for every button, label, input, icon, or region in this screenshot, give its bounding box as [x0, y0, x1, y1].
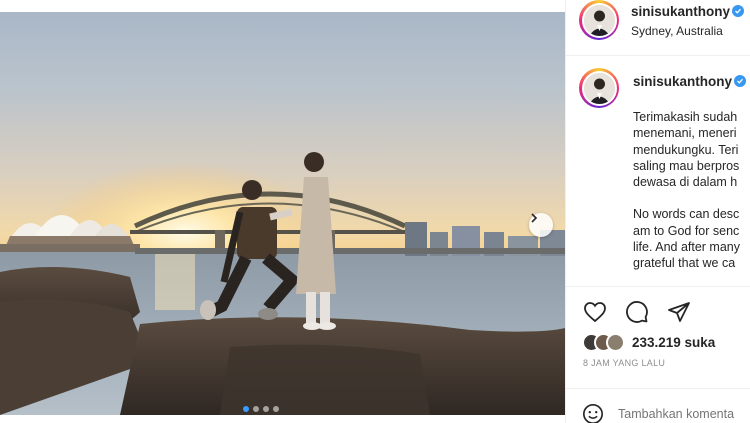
share-icon[interactable] [667, 300, 691, 324]
post-side-panel: sinisukanthony Sydney, Australia sinisuk… [565, 0, 750, 423]
caption-line: life. And after many [633, 240, 741, 255]
carousel-dot[interactable] [243, 406, 249, 412]
comment-row [582, 403, 750, 423]
caption-avatar[interactable] [579, 68, 619, 108]
caption-line: No words can desc [633, 207, 740, 222]
heart-icon[interactable] [583, 300, 607, 324]
header-username[interactable]: sinisukanthony [631, 4, 730, 19]
comment-icon[interactable] [625, 300, 649, 324]
caption-line: saling mau berpros [633, 158, 740, 173]
emoji-icon[interactable] [582, 403, 604, 423]
carousel-dot[interactable] [273, 406, 279, 412]
caption-line: dewasa di dalam h [633, 175, 738, 190]
caption-line: am to God for senc [633, 223, 740, 238]
carousel-dot[interactable] [263, 406, 269, 412]
likes-count[interactable]: 233.219 suka [632, 335, 715, 350]
caption-paragraph-en: No words can desc am to God for senc lif… [633, 206, 750, 271]
photo-scene [0, 152, 565, 415]
avatar-photo [583, 4, 615, 36]
likes-row[interactable]: 233.219 suka [582, 333, 715, 352]
post-location[interactable]: Sydney, Australia [631, 24, 723, 38]
chevron-right-icon [531, 213, 538, 223]
post-photo[interactable] [0, 12, 565, 415]
carousel-dots [243, 406, 279, 412]
header-avatar[interactable] [579, 0, 619, 40]
divider [566, 388, 750, 389]
avatar-photo [583, 72, 615, 104]
verified-badge-icon [732, 5, 744, 17]
caption-line: Terimakasih sudah [633, 110, 738, 124]
divider [566, 55, 750, 56]
caption-line: mendukungku. Teri [633, 142, 739, 157]
liker-avatar [606, 333, 625, 352]
post-actions [583, 300, 691, 324]
caption-paragraph-id: Terimakasih sudah menemani, meneri mendu… [633, 109, 750, 190]
caption-line: menemani, meneri [633, 126, 737, 141]
caption-line: grateful that we ca [633, 256, 736, 271]
post-caption: Terimakasih sudah menemani, meneri mendu… [633, 109, 750, 286]
carousel-dot[interactable] [253, 406, 259, 412]
post-timestamp[interactable]: 8 JAM YANG LALU [583, 358, 665, 368]
caption-username[interactable]: sinisukanthony [633, 74, 732, 89]
carousel-next-button[interactable] [529, 213, 553, 237]
comment-input[interactable] [618, 407, 750, 421]
verified-badge-icon [734, 75, 746, 87]
divider [566, 286, 750, 287]
